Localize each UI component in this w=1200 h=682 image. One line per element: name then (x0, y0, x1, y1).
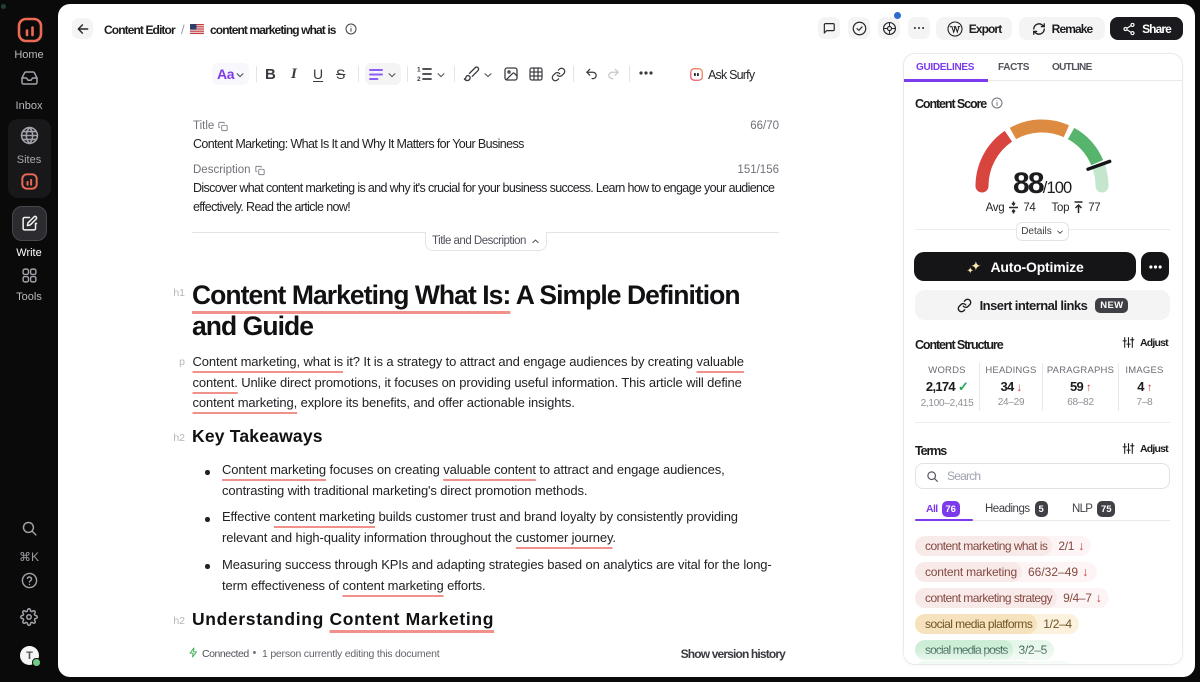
svg-text:1: 1 (417, 67, 421, 74)
svg-text:2: 2 (417, 76, 421, 81)
